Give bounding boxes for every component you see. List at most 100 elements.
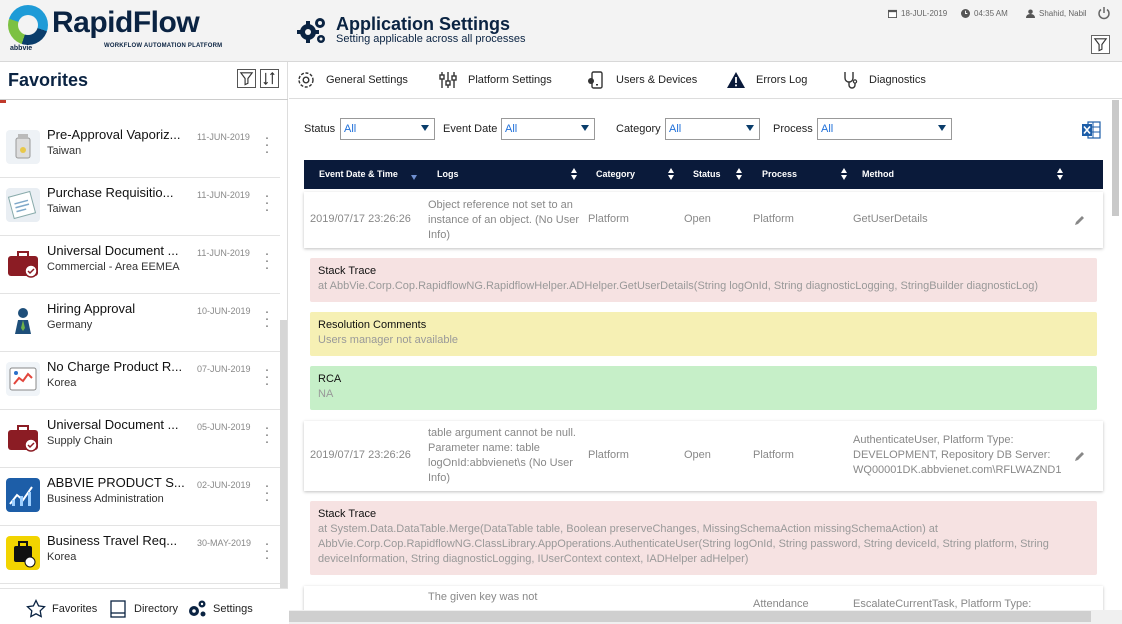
chart-icon bbox=[6, 478, 40, 512]
col-logs[interactable]: Logs bbox=[437, 169, 459, 179]
header-filter-button[interactable] bbox=[1091, 35, 1110, 54]
item-name: Hiring Approval bbox=[47, 301, 136, 316]
tab-users-devices[interactable]: Users & Devices bbox=[586, 70, 697, 90]
col-event-date[interactable]: Event Date & Time bbox=[319, 169, 398, 179]
horizontal-scrollbar-thumb[interactable] bbox=[289, 611, 1091, 622]
sort-desc-icon[interactable] bbox=[411, 175, 417, 180]
gears-icon bbox=[189, 600, 206, 617]
col-category[interactable]: Category bbox=[596, 169, 635, 179]
product-icon bbox=[6, 362, 40, 396]
category-filter-select[interactable]: All bbox=[665, 118, 760, 140]
list-item[interactable]: ABBVIE PRODUCT S... Business Administrat… bbox=[0, 468, 280, 526]
filter-icon bbox=[239, 72, 254, 86]
tab-errors-log[interactable]: Errors Log bbox=[726, 70, 807, 90]
logo-mark-icon bbox=[8, 5, 48, 45]
more-options-icon[interactable]: · · · bbox=[262, 536, 272, 565]
item-subtitle: Taiwan bbox=[47, 203, 82, 215]
stack-trace-panel: Stack Trace at AbbVie.Corp.Cop.Rapidflow… bbox=[310, 258, 1097, 302]
sort-icon[interactable] bbox=[571, 168, 577, 180]
footer-settings-button[interactable]: Settings bbox=[187, 599, 253, 619]
sort-icon[interactable] bbox=[841, 168, 847, 180]
table-row[interactable]: 2019/07/17 23:26:26 Object reference not… bbox=[304, 192, 1103, 248]
list-item[interactable]: Pre-Approval Vaporiz... Taiwan 11-JUN-20… bbox=[0, 120, 280, 178]
calendar-icon bbox=[888, 9, 897, 18]
user-name: Shahid, Nabil bbox=[1039, 9, 1087, 18]
user-info[interactable]: Shahid, Nabil bbox=[1026, 9, 1087, 18]
item-date: 11-JUN-2019 bbox=[197, 132, 250, 142]
stack-trace-text: at System.Data.DataTable.Merge(DataTable… bbox=[318, 523, 1049, 565]
status-filter-select[interactable]: All bbox=[340, 118, 435, 140]
sliders-icon bbox=[439, 72, 457, 88]
sort-icon[interactable] bbox=[1057, 168, 1063, 180]
category-filter-label: Category bbox=[616, 123, 661, 135]
item-name: ABBVIE PRODUCT S... bbox=[47, 475, 185, 490]
excel-export-icon[interactable] bbox=[1081, 120, 1101, 140]
row-process: Attendance bbox=[753, 598, 809, 610]
sort-icon[interactable] bbox=[668, 168, 674, 180]
tab-diagnostics[interactable]: Diagnostics bbox=[839, 70, 926, 90]
more-options-icon[interactable]: · · · bbox=[262, 420, 272, 449]
status-filter-label: Status bbox=[304, 123, 336, 135]
table-row[interactable]: The given key was not Attendance Escalat… bbox=[304, 586, 1103, 610]
more-options-icon[interactable]: · · · bbox=[262, 130, 272, 159]
list-item[interactable]: No Charge Product R... Korea 07-JUN-2019… bbox=[0, 352, 280, 410]
more-options-icon[interactable]: · · · bbox=[262, 246, 272, 275]
item-name: Business Travel Req... bbox=[47, 533, 178, 548]
pencil-icon[interactable] bbox=[1074, 214, 1086, 226]
resolution-title: Resolution Comments bbox=[318, 319, 427, 331]
sidebar-footer: Favorites Directory Settings bbox=[0, 588, 288, 624]
item-date: 07-JUN-2019 bbox=[197, 364, 251, 374]
more-options-icon[interactable]: · · · bbox=[262, 362, 272, 391]
stack-trace-title: Stack Trace bbox=[318, 508, 377, 520]
col-process[interactable]: Process bbox=[762, 169, 797, 179]
list-item[interactable]: Universal Document ... Commercial - Area… bbox=[0, 236, 280, 294]
tab-general-settings[interactable]: General Settings bbox=[296, 70, 408, 90]
filter-icon bbox=[1093, 38, 1108, 52]
parent-brand: abbvie bbox=[10, 45, 33, 52]
tab-label: Diagnostics bbox=[869, 74, 926, 86]
brand-name: RapidFlow bbox=[52, 6, 200, 39]
settings-tabs: General Settings Platform Settings Users… bbox=[289, 62, 1122, 99]
sort-icon[interactable] bbox=[736, 168, 742, 180]
table-row[interactable]: 2019/07/17 23:26:26 table argument canno… bbox=[304, 421, 1103, 491]
tab-platform-settings[interactable]: Platform Settings bbox=[438, 70, 552, 90]
page-subtitle: Setting applicable across all processes bbox=[336, 33, 526, 45]
item-date: 02-JUN-2019 bbox=[197, 480, 251, 490]
tab-label: General Settings bbox=[326, 74, 408, 86]
favorites-filter-button[interactable] bbox=[237, 69, 256, 88]
stack-trace-panel: Stack Trace at System.Data.DataTable.Mer… bbox=[310, 501, 1097, 575]
row-status: Open bbox=[684, 213, 711, 225]
favorites-sort-button[interactable] bbox=[260, 69, 279, 88]
col-status[interactable]: Status bbox=[693, 169, 721, 179]
col-method[interactable]: Method bbox=[862, 169, 894, 179]
event-date-filter-select[interactable]: All bbox=[501, 118, 595, 140]
more-options-icon[interactable]: · · · bbox=[262, 478, 272, 507]
list-item[interactable]: Business Travel Req... Korea 30-MAY-2019… bbox=[0, 526, 280, 584]
user-icon bbox=[1026, 9, 1035, 18]
chevron-down-icon bbox=[746, 125, 754, 131]
warning-icon bbox=[727, 72, 745, 88]
pencil-icon[interactable] bbox=[1074, 450, 1086, 462]
item-subtitle: Business Administration bbox=[47, 493, 164, 505]
list-item[interactable]: Hiring Approval Germany 10-JUN-2019 · · · bbox=[0, 294, 280, 352]
stethoscope-icon bbox=[844, 72, 858, 89]
requisition-icon bbox=[6, 188, 40, 222]
current-date: 18-JUL-2019 bbox=[888, 9, 947, 18]
process-filter-select[interactable]: All bbox=[817, 118, 952, 140]
list-item[interactable]: Purchase Requisitio... Taiwan 11-JUN-201… bbox=[0, 178, 280, 236]
power-icon[interactable] bbox=[1097, 6, 1111, 20]
stack-trace-text: at AbbVie.Corp.Cop.RapidflowNG.Rapidflow… bbox=[318, 280, 1039, 292]
main-scrollbar-thumb[interactable] bbox=[1112, 100, 1119, 216]
footer-favorites-button[interactable]: Favorites bbox=[26, 599, 97, 619]
rca-title: RCA bbox=[318, 373, 342, 385]
chevron-down-icon bbox=[938, 125, 946, 131]
more-options-icon[interactable]: · · · bbox=[262, 188, 272, 217]
item-date: 11-JUN-2019 bbox=[197, 248, 250, 258]
footer-directory-button[interactable]: Directory bbox=[108, 599, 178, 619]
sort-icon bbox=[263, 72, 275, 85]
more-options-icon[interactable]: · · · bbox=[262, 304, 272, 333]
list-item[interactable]: Universal Document ... Supply Chain 05-J… bbox=[0, 410, 280, 468]
rapidflow-logo[interactable]: abbvie RapidFlow WORKFLOW AUTOMATION PLA… bbox=[6, 5, 286, 57]
item-subtitle: Korea bbox=[47, 377, 77, 389]
sidebar-scrollbar[interactable] bbox=[280, 320, 287, 588]
